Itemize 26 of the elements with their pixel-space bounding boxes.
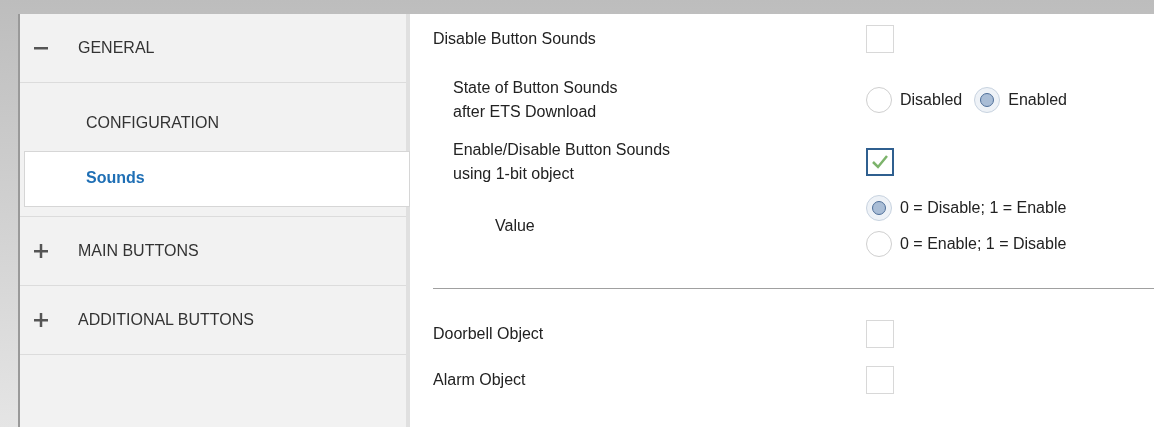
plus-icon (34, 244, 48, 258)
setting-label: Enable/Disable Button Sounds using 1-bit object (452, 140, 672, 184)
radio-label: 0 = Disable; 1 = Enable (900, 198, 1067, 218)
radio-button[interactable] (866, 195, 892, 221)
radio-button[interactable] (974, 87, 1001, 113)
sidebar-group[interactable]: MAIN BUTTONS (20, 217, 406, 286)
group-label: GENERAL (78, 38, 155, 58)
radio-label: 0 = Enable; 1 = Disable (900, 234, 1067, 254)
radio-button[interactable] (866, 87, 892, 113)
sidebar-item[interactable]: CONFIGURATION (20, 83, 406, 151)
checkmark-icon (871, 154, 889, 170)
group-label: ADDITIONAL BUTTONS (78, 310, 255, 330)
group-label: MAIN BUTTONS (78, 241, 199, 261)
setting-label: Doorbell Object (433, 324, 545, 344)
plus-icon (34, 313, 48, 327)
setting-label: Value (494, 216, 536, 236)
radio-button[interactable] (866, 231, 892, 257)
radio-label: Enabled (1008, 90, 1067, 110)
sidebar-item[interactable]: Sounds (24, 151, 410, 207)
radio-label: Disabled (900, 90, 963, 110)
sidebar-group[interactable]: ADDITIONAL BUTTONS (20, 286, 406, 355)
checkbox[interactable] (866, 148, 894, 176)
setting-label: State of Button Sounds after ETS Download (452, 78, 619, 122)
setting-label: Alarm Object (433, 370, 527, 390)
setting-label: Disable Button Sounds (433, 29, 597, 49)
sidebar-group[interactable]: GENERAL (20, 14, 406, 83)
